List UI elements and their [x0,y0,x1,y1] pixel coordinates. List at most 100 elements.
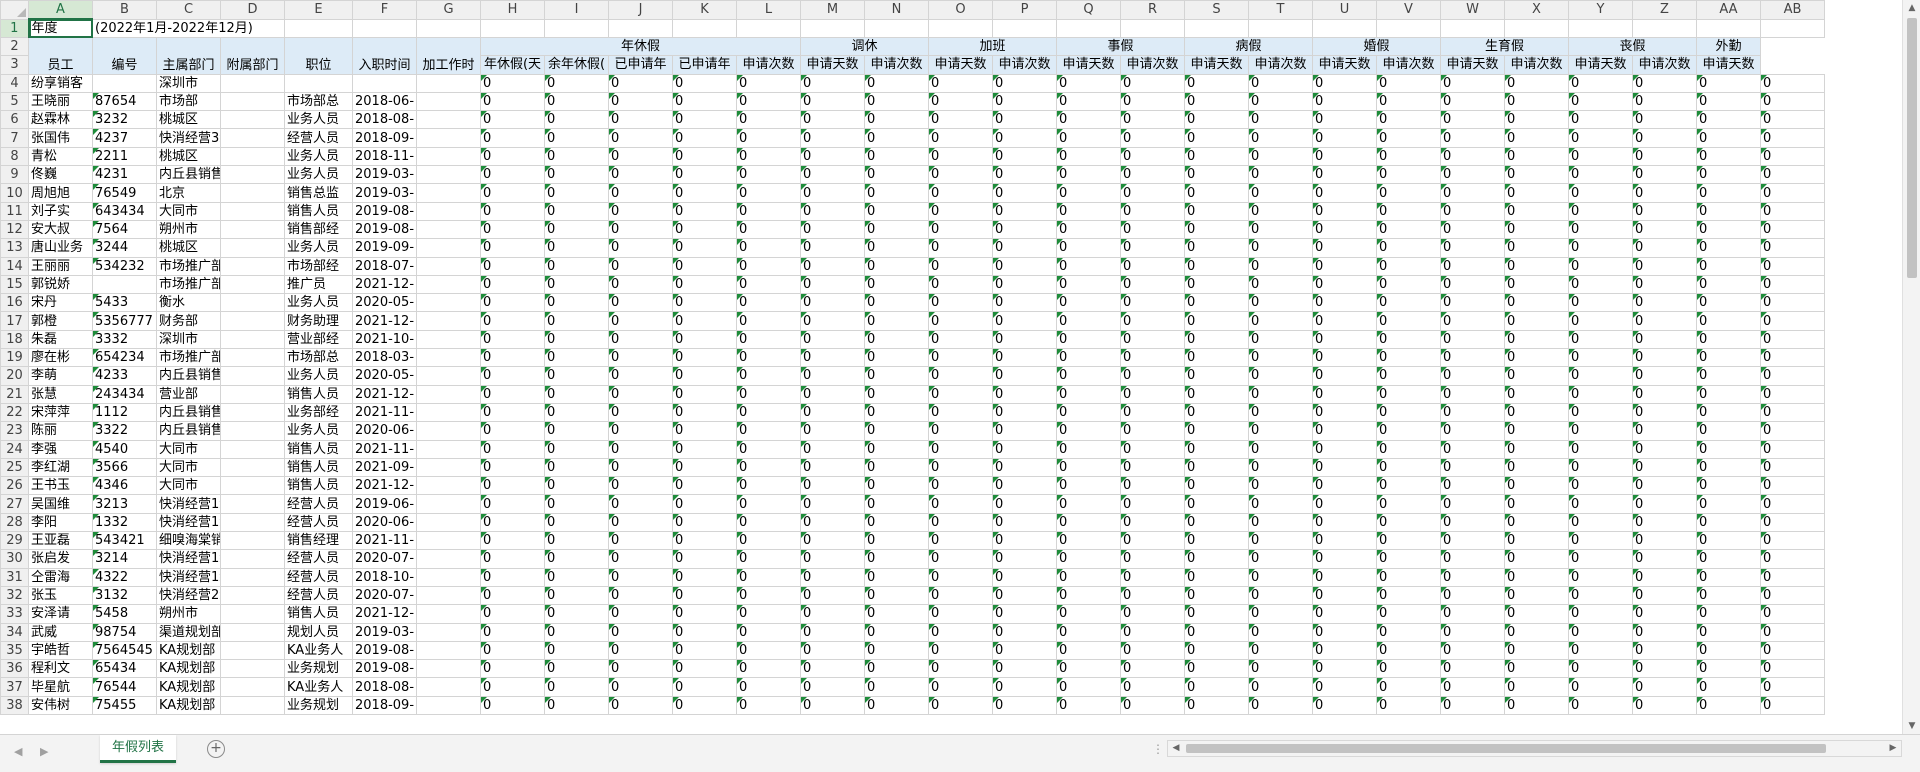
header-leave-band[interactable]: 调休 [800,36,929,57]
cell-id[interactable]: 4540 [92,439,157,459]
cell-value[interactable]: 0 [1760,256,1825,276]
cell-value[interactable]: 0 [992,110,1057,130]
cell-value[interactable]: 0 [800,384,865,404]
cell-value[interactable]: 0 [480,165,545,185]
cell-value[interactable]: 0 [480,110,545,130]
cell-value[interactable]: 0 [1504,293,1569,313]
cell-main-dept[interactable]: 快消经营1组 [156,567,221,587]
header-apply-days[interactable]: 申请天数 [928,55,993,75]
cell-value[interactable]: 0 [1312,604,1377,624]
cell-value[interactable]: 0 [480,238,545,258]
cell-value[interactable]: 0 [672,585,737,606]
cell-value[interactable]: 0 [1632,311,1697,331]
header-hire-date[interactable]: 入职时间 [352,37,417,75]
cell-value[interactable]: 0 [1696,329,1761,350]
column-header[interactable]: G [416,0,481,20]
cell-value[interactable]: 0 [928,549,993,569]
cell-sub-dept[interactable] [220,311,285,331]
cell-value[interactable]: 0 [1056,585,1121,606]
cell-value[interactable]: 0 [608,110,673,130]
cell-value[interactable]: 0 [1440,494,1505,514]
header-annual-leave[interactable]: 年休假 [480,36,801,57]
cell-position[interactable]: 业务人员 [284,366,353,386]
cell-main-dept[interactable]: 大同市 [156,457,221,478]
cell-value[interactable]: 0 [992,402,1057,423]
header-apply-days[interactable]: 申请天数 [800,55,865,75]
cell-value[interactable]: 0 [736,531,801,551]
cell-value[interactable]: 0 [672,348,737,368]
cell-hire-date[interactable]: 2021-11- [352,531,417,551]
cell-value[interactable]: 0 [1440,238,1505,258]
cell-value[interactable]: 0 [1120,274,1185,295]
cell-value[interactable]: 0 [1120,146,1185,167]
cell-value[interactable]: 0 [1248,476,1313,496]
cell-value[interactable]: 0 [928,567,993,587]
cell-value[interactable]: 0 [1440,402,1505,423]
cell-extra-time[interactable] [416,366,481,386]
cell-value[interactable]: 0 [1248,585,1313,606]
cell-value[interactable]: 0 [1312,585,1377,606]
cell-value[interactable]: 0 [1184,219,1249,240]
cell-value[interactable]: 0 [1184,238,1249,258]
cell-value[interactable]: 0 [992,604,1057,624]
cell-value[interactable]: 0 [1312,366,1377,386]
cell-value[interactable]: 0 [1760,439,1825,459]
cell-value[interactable]: 0 [864,384,929,404]
header-extra-time[interactable]: 加工作时 [416,37,481,75]
cell-value[interactable]: 0 [1376,384,1441,404]
cell-id[interactable]: 3214 [92,549,157,569]
header-apply-days[interactable]: 申请天数 [1056,55,1121,75]
cell-value[interactable]: 0 [608,73,673,93]
cell-value[interactable]: 0 [1760,476,1825,496]
cell-extra-time[interactable] [416,293,481,313]
cell-value[interactable]: 0 [480,293,545,313]
cell-value[interactable]: 0 [992,622,1057,642]
cell-sub-dept[interactable] [220,604,285,624]
column-header[interactable]: V [1376,0,1441,20]
cell-value[interactable]: 0 [1696,622,1761,642]
cell-value[interactable]: 0 [1184,146,1249,167]
cell-value[interactable]: 0 [1504,677,1569,697]
cell-value[interactable]: 0 [736,494,801,514]
cell-value[interactable]: 0 [1184,531,1249,551]
cell-value[interactable]: 0 [544,677,609,697]
cell-value[interactable]: 0 [800,201,865,221]
row-header[interactable]: 30 [0,549,29,569]
cell-value[interactable]: 0 [544,457,609,478]
cell-employee[interactable]: 宋丹 [28,293,93,313]
cell-value[interactable]: 0 [1248,384,1313,404]
next-sheet-icon[interactable]: ▶ [40,745,48,758]
cell-value[interactable]: 0 [1760,659,1825,679]
cell-sub-dept[interactable] [220,549,285,569]
cell-sub-dept[interactable] [220,640,285,661]
cell-value[interactable]: 0 [864,311,929,331]
cell-hire-date[interactable]: 2020-06- [352,421,417,441]
cell-value[interactable]: 0 [1760,110,1825,130]
cell-value[interactable]: 0 [1376,439,1441,459]
cell-value[interactable]: 0 [800,439,865,459]
cell-value[interactable]: 0 [1632,585,1697,606]
cell-value[interactable]: 0 [864,531,929,551]
cell-value[interactable]: 0 [1248,311,1313,331]
cell-value[interactable]: 0 [1760,384,1825,404]
cell-value[interactable]: 0 [672,549,737,569]
cell-value[interactable]: 0 [1376,128,1441,148]
cell-main-dept[interactable]: 深圳市 [156,329,221,350]
cell-value[interactable]: 0 [1120,531,1185,551]
cell-value[interactable]: 0 [1056,402,1121,423]
cell-main-dept[interactable]: 桃城区 [156,110,221,130]
cell-value[interactable]: 0 [544,476,609,496]
column-header[interactable]: B [92,0,157,20]
cell-hire-date[interactable]: 2019-08- [352,659,417,679]
column-header[interactable]: I [544,0,609,20]
cell-value[interactable]: 0 [1184,73,1249,93]
cell-value[interactable]: 0 [800,512,865,533]
header-apply-days[interactable]: 申请天数 [1568,55,1633,75]
cell-value[interactable]: 0 [736,201,801,221]
column-header[interactable]: R [1120,0,1185,20]
row-header[interactable]: 23 [0,421,29,441]
cell-value[interactable]: 0 [1120,329,1185,350]
cell-value[interactable]: 0 [800,73,865,93]
cell-hire-date[interactable]: 2019-03- [352,622,417,642]
cell-value[interactable]: 0 [544,348,609,368]
